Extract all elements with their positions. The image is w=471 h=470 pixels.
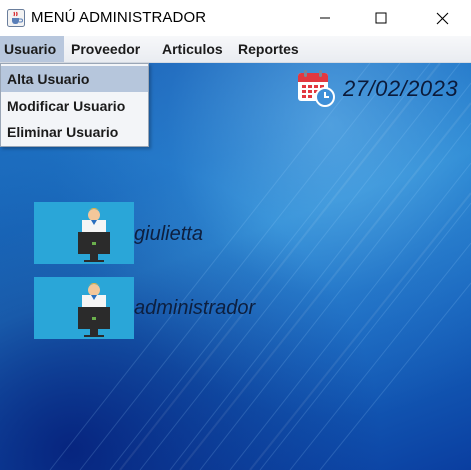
current-date: 27/02/2023 — [343, 76, 459, 101]
user-tile-administrador[interactable] — [34, 277, 134, 339]
menu-usuario[interactable]: Usuario — [0, 36, 64, 62]
java-cup-icon — [7, 9, 25, 27]
close-icon — [436, 12, 448, 24]
user-computer-icon — [78, 208, 110, 262]
user-tile-giulietta[interactable] — [34, 202, 134, 264]
user-name-giulietta[interactable]: giulietta — [134, 223, 203, 246]
close-button[interactable] — [413, 0, 471, 36]
menu-articulos[interactable]: Articulos — [158, 36, 227, 62]
menu-item-modificar-usuario[interactable]: Modificar Usuario — [1, 93, 148, 119]
menu-bar: Usuario Proveedor Articulos Reportes — [0, 36, 471, 63]
menu-item-alta-usuario[interactable]: Alta Usuario — [1, 66, 148, 92]
window-title: MENÚ ADMINISTRADOR — [31, 9, 207, 26]
maximize-icon — [375, 12, 387, 24]
user-computer-icon — [78, 283, 110, 337]
calendar-clock-icon — [297, 69, 335, 107]
menu-proveedor[interactable]: Proveedor — [67, 36, 144, 62]
title-bar: MENÚ ADMINISTRADOR — [0, 0, 471, 36]
usuario-dropdown-menu: Alta Usuario Modificar Usuario Eliminar … — [0, 63, 149, 147]
user-name-administrador[interactable]: administrador — [134, 297, 255, 320]
minimize-button[interactable] — [296, 0, 354, 36]
maximize-button[interactable] — [352, 0, 410, 36]
menu-item-eliminar-usuario[interactable]: Eliminar Usuario — [1, 119, 148, 145]
menu-reportes[interactable]: Reportes — [234, 36, 303, 62]
minimize-icon — [320, 17, 330, 19]
